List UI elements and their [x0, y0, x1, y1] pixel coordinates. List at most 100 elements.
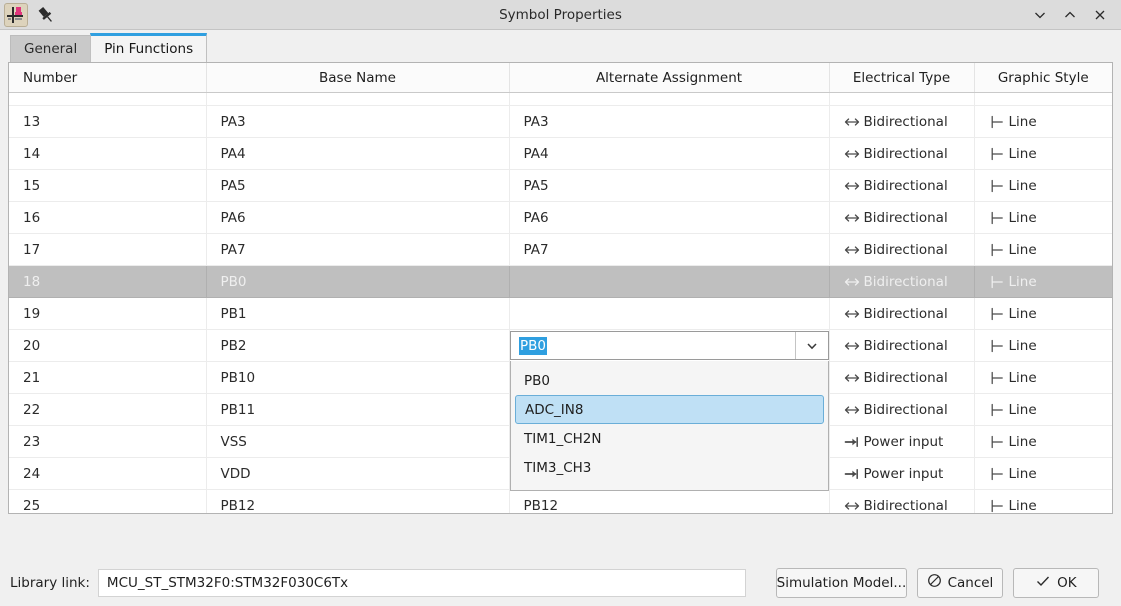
cell-number[interactable]: 23	[9, 426, 206, 458]
dropdown-option[interactable]: TIM3_CH3	[511, 453, 828, 482]
tab-pin-functions[interactable]: Pin Functions	[90, 33, 207, 62]
cell-number[interactable]: 25	[9, 490, 206, 515]
cell-graphic-style[interactable]: Line	[974, 490, 1112, 515]
cell-base-name[interactable]: PB12	[206, 490, 509, 515]
cell-graphic-style[interactable]: Line	[974, 330, 1112, 362]
cell-number[interactable]: 13	[9, 106, 206, 138]
cell-electrical-type[interactable]: Bidirectional	[829, 202, 974, 234]
cell-electrical-type[interactable]: Bidirectional	[829, 266, 974, 298]
cell-graphic-style[interactable]: Line	[974, 298, 1112, 330]
column-header-number[interactable]: Number	[9, 63, 206, 93]
table-row-clipped[interactable]: 12 PA2 PA2 Bidirectional Line	[9, 93, 1112, 106]
cell-base-name[interactable]: PB11	[206, 394, 509, 426]
cell-base-name[interactable]: VDD	[206, 458, 509, 490]
ok-label: OK	[1057, 575, 1076, 591]
maximize-icon[interactable]	[1055, 2, 1085, 28]
cell-number[interactable]: 15	[9, 170, 206, 202]
column-header-electrical-type[interactable]: Electrical Type	[829, 63, 974, 93]
cell-base-name[interactable]: PB1	[206, 298, 509, 330]
cell-graphic-style[interactable]: Line	[974, 362, 1112, 394]
tab-general[interactable]: General	[10, 35, 91, 62]
cell-graphic-style[interactable]: Line	[974, 234, 1112, 266]
cell-base-name[interactable]: PB10	[206, 362, 509, 394]
table-row[interactable]: 14PA4PA4BidirectionalLine	[9, 138, 1112, 170]
cell-graphic-style[interactable]: Line	[974, 106, 1112, 138]
table-row[interactable]: 17PA7PA7BidirectionalLine	[9, 234, 1112, 266]
table-row[interactable]: 15PA5PA5BidirectionalLine	[9, 170, 1112, 202]
dropdown-option[interactable]: ADC_IN8	[515, 395, 824, 424]
cell-alternate[interactable]: PA3	[509, 106, 829, 138]
cell-graphic-style[interactable]: Line	[974, 170, 1112, 202]
cell-alternate[interactable]: PA5	[509, 170, 829, 202]
cell-electrical-type[interactable]: Bidirectional	[829, 234, 974, 266]
cell-electrical-type[interactable]: Bidirectional	[829, 298, 974, 330]
library-link-input[interactable]: MCU_ST_STM32F0:STM32F030C6Tx	[98, 569, 746, 597]
cell-base-name[interactable]: PA7	[206, 234, 509, 266]
cell-alternate[interactable]: PA7	[509, 234, 829, 266]
cell-graphic-style: Line	[974, 93, 1112, 106]
table-row[interactable]: 13PA3PA3BidirectionalLine	[9, 106, 1112, 138]
cell-graphic-style-label: Line	[1009, 338, 1037, 354]
line-icon	[989, 146, 1009, 162]
cell-number[interactable]: 17	[9, 234, 206, 266]
dropdown-option[interactable]: PB0	[511, 366, 828, 395]
pin-icon[interactable]	[34, 3, 58, 27]
table-row[interactable]: 25PB12PB12BidirectionalLine	[9, 490, 1112, 515]
cell-alternate[interactable]: PB12	[509, 490, 829, 515]
cancel-button[interactable]: Cancel	[917, 568, 1003, 598]
cell-alternate[interactable]	[509, 298, 829, 330]
cell-base-name[interactable]: PB0	[206, 266, 509, 298]
table-row[interactable]: 16PA6PA6BidirectionalLine	[9, 202, 1112, 234]
cell-electrical-type[interactable]: Bidirectional	[829, 138, 974, 170]
table-row[interactable]: 19PB1 BidirectionalLine	[9, 298, 1112, 330]
ok-button[interactable]: OK	[1013, 568, 1099, 598]
table-row[interactable]: 18PB0 BidirectionalLine	[9, 266, 1112, 298]
cell-electrical-type[interactable]: Power input	[829, 426, 974, 458]
column-header-base-name[interactable]: Base Name	[206, 63, 509, 93]
chevron-down-icon[interactable]	[795, 332, 828, 359]
cell-graphic-style[interactable]: Line	[974, 394, 1112, 426]
minimize-icon[interactable]	[1025, 2, 1055, 28]
cell-alternate[interactable]: PA6	[509, 202, 829, 234]
column-header-graphic-style[interactable]: Graphic Style	[974, 63, 1112, 93]
cell-base-name[interactable]: VSS	[206, 426, 509, 458]
cell-graphic-style[interactable]: Line	[974, 458, 1112, 490]
cell-electrical-type[interactable]: Bidirectional	[829, 330, 974, 362]
cell-electrical-type[interactable]: Power input	[829, 458, 974, 490]
pin-table-container[interactable]: Number Base Name Alternate Assignment El…	[8, 62, 1113, 514]
cell-alternate[interactable]: PA4	[509, 138, 829, 170]
cell-base-name[interactable]: PA4	[206, 138, 509, 170]
cell-base-name[interactable]: PB2	[206, 330, 509, 362]
alternate-assignment-dropdown[interactable]: PB0ADC_IN8TIM1_CH2NTIM3_CH3	[510, 361, 829, 491]
cell-graphic-style[interactable]: Line	[974, 426, 1112, 458]
cell-electrical-type[interactable]: Bidirectional	[829, 394, 974, 426]
cell-number[interactable]: 16	[9, 202, 206, 234]
cell-electrical-type[interactable]: Bidirectional	[829, 362, 974, 394]
dropdown-option[interactable]: TIM1_CH2N	[511, 424, 828, 453]
combo-value[interactable]: PB0	[519, 337, 547, 355]
cell-number[interactable]: 21	[9, 362, 206, 394]
cell-alternate[interactable]	[509, 266, 829, 298]
cell-electrical-type[interactable]: Bidirectional	[829, 170, 974, 202]
cell-electrical-type[interactable]: Bidirectional	[829, 106, 974, 138]
column-header-alternate-assignment[interactable]: Alternate Assignment	[509, 63, 829, 93]
cell-base-name[interactable]: PA5	[206, 170, 509, 202]
cell-base-name[interactable]: PA6	[206, 202, 509, 234]
line-icon	[989, 114, 1009, 130]
cell-base-name[interactable]: PA3	[206, 106, 509, 138]
cell-graphic-style[interactable]: Line	[974, 138, 1112, 170]
alternate-assignment-combo[interactable]: PB0	[510, 331, 829, 360]
simulation-model-button[interactable]: Simulation Model...	[776, 568, 907, 598]
cell-number[interactable]: 18	[9, 266, 206, 298]
cell-number[interactable]: 24	[9, 458, 206, 490]
cell-graphic-style[interactable]: Line	[974, 202, 1112, 234]
cell-number[interactable]: 19	[9, 298, 206, 330]
cell-graphic-style-label: Line	[1009, 242, 1037, 258]
cell-number[interactable]: 22	[9, 394, 206, 426]
close-icon[interactable]	[1085, 2, 1115, 28]
cell-number[interactable]: 20	[9, 330, 206, 362]
cell-number[interactable]: 14	[9, 138, 206, 170]
cell-electrical-type[interactable]: Bidirectional	[829, 490, 974, 515]
cell-graphic-style[interactable]: Line	[974, 266, 1112, 298]
bidirectional-icon	[844, 179, 864, 193]
